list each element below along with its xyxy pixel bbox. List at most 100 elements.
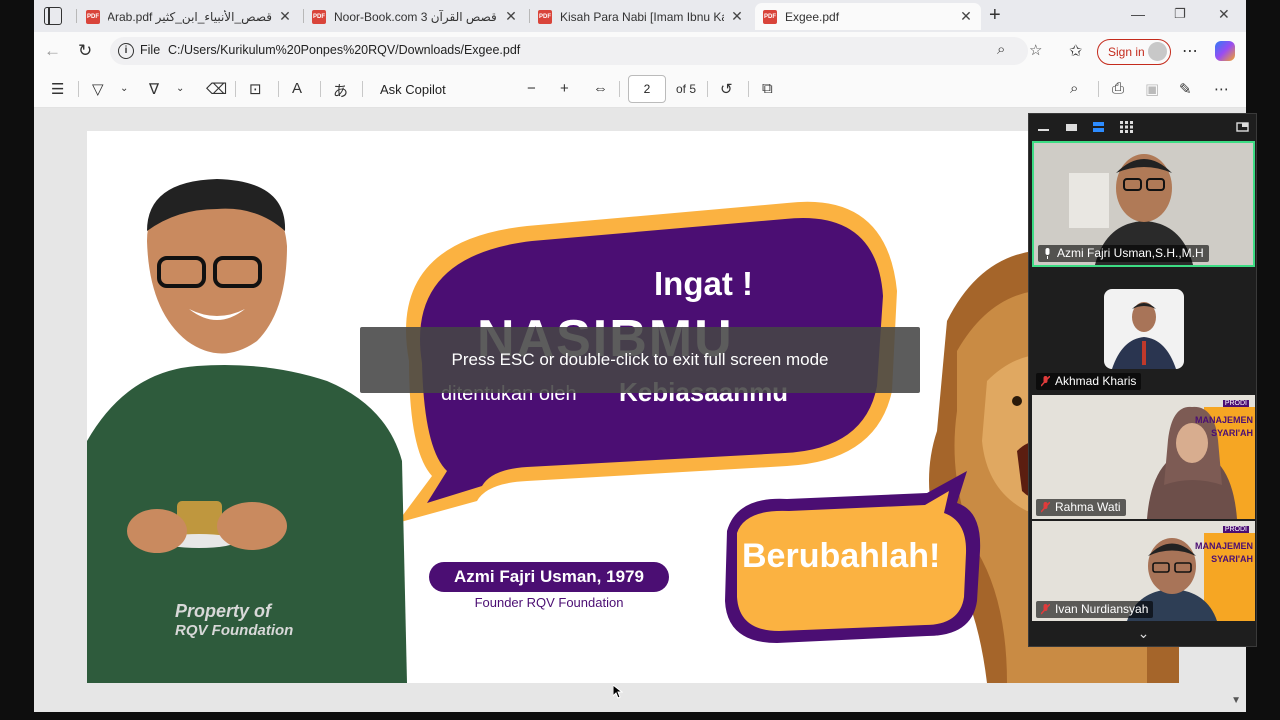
rotate-icon[interactable]: ↺ [720,80,733,98]
pdf-page: Property of RQV Foundation Ingat ! NASIB… [87,131,1179,683]
participant-tile[interactable]: PRODI MANAJEMEN SYARI'AH Ivan Nurdiansya… [1032,521,1255,621]
participant-tile-speaker[interactable]: Azmi Fajri Usman,S.H.,M.H [1032,141,1255,267]
author-role: Founder RQV Foundation [474,595,624,610]
contents-list-icon[interactable]: ☰ [51,80,64,98]
tab-title: Kisah Para Nabi [Imam Ibnu Katsir] [560,9,724,24]
new-tab-plus-icon[interactable]: + [989,4,1001,27]
chevron-down-icon[interactable]: ⌄ [120,83,128,94]
toolbar-separator [320,81,321,97]
pop-out-icon[interactable] [1236,121,1249,133]
tab-2[interactable]: PDF Noor-Book.com قصص القرآن 3 .pdf ✕ [304,3,526,30]
close-icon[interactable]: ✕ [278,8,292,25]
tab-strip: PDF قصص_الأنبياء_ابن_كثير Arab.pdf ✕ PDF… [34,0,1246,32]
tab-title: قصص_الأنبياء_ابن_كثير Arab.pdf [108,9,272,24]
ask-copilot-button[interactable]: Ask Copilot [380,82,446,97]
close-icon[interactable]: ✕ [504,8,518,25]
favorites-icon[interactable]: ✩ [1069,41,1082,61]
tab-1[interactable]: PDF قصص_الأنبياء_ابن_كثير Arab.pdf ✕ [78,3,300,30]
window-close-icon[interactable]: ✕ [1218,6,1230,23]
zoom-panel-toolbar [1029,114,1258,140]
page-number-input[interactable]: 2 [628,75,666,103]
page-view-icon[interactable]: ⧉ [762,80,773,97]
sign-in-button[interactable]: Sign in [1097,39,1171,65]
mic-on-icon [1045,248,1050,259]
zoom-video-panel: Azmi Fajri Usman,S.H.,M.H Akhmad Kharis … [1028,113,1257,647]
toolbar-separator [619,81,620,97]
toolbar-separator [235,81,236,97]
toolbar-separator [362,81,363,97]
favorite-star-icon[interactable]: ☆ [1029,41,1042,59]
participant-name-text: Akhmad Kharis [1055,374,1137,388]
tab-separator [76,9,77,23]
scroll-down-arrow-icon[interactable]: ▼ [1231,695,1241,706]
read-aloud-icon[interactable]: A [292,80,302,97]
refresh-icon[interactable]: ↻ [78,41,92,61]
pdf-file-icon: PDF [763,9,777,24]
participant-tile[interactable]: Akhmad Kharis [1032,269,1255,393]
sign-in-label: Sign in [1108,45,1145,59]
tile-manajemen-text: MANAJEMEN [1194,415,1253,425]
toolbar-separator [78,81,79,97]
highlight-icon[interactable]: ▽ [92,80,104,98]
save-as-icon[interactable]: ✎ [1179,80,1192,98]
text-box-icon[interactable]: ⊡ [249,80,262,98]
close-icon[interactable]: ✕ [730,8,744,25]
participant-name-text: Azmi Fajri Usman,S.H.,M.H [1057,246,1204,260]
info-icon[interactable]: i [118,43,134,59]
search-icon[interactable]: ⌕ [1070,80,1078,97]
toolbar-separator [748,81,749,97]
omnibox[interactable]: i File C:/Users/Kurikulum%20Ponpes%20RQV… [110,37,1042,65]
tile-syariah-text: SYARI'AH [1211,554,1253,564]
more-options-icon[interactable]: ⋯ [1214,80,1229,98]
participant-name-text: Rahma Wati [1055,500,1121,514]
slide-headline: Ingat ! [654,265,753,302]
restore-icon[interactable]: ❐ [1174,6,1186,22]
zoom-out-icon[interactable]: − [527,80,536,97]
fit-page-icon[interactable]: ⇔ [593,80,608,97]
chevron-down-icon[interactable]: ⌄ [176,83,184,94]
print-icon[interactable]: ⎙ [1112,80,1124,97]
tile-manajemen-text: MANAJEMEN [1194,541,1253,551]
pdf-file-icon: PDF [312,9,326,24]
participant-name: Akhmad Kharis [1036,373,1142,390]
participant-name: Ivan Nurdiansyah [1036,601,1154,618]
gallery-view-icon[interactable] [1120,121,1133,133]
slide-call-to-action: Berubahlah! [742,537,941,575]
eraser-icon[interactable]: ⌫ [206,80,227,98]
copilot-icon[interactable] [1215,41,1235,61]
toolbar-separator [707,81,708,97]
tab-title: Exgee.pdf [785,9,840,24]
watermark-line-1: Property of [175,601,272,621]
minimize-panel-icon[interactable] [1037,121,1050,133]
fullscreen-notice: Press ESC or double-click to exit full s… [360,327,920,393]
minimize-icon[interactable]: — [1131,6,1145,22]
chevron-down-icon[interactable]: ⌄ [1029,625,1258,642]
mic-muted-icon [1041,502,1050,513]
watermark-line-2: RQV Foundation [175,622,294,639]
avatar [1148,42,1167,61]
tab-4-active[interactable]: PDF Exgee.pdf ✕ [755,3,981,30]
page-count-label: of 5 [676,82,697,96]
translate-icon[interactable]: あ [333,80,348,101]
tile-prodi-text: PRODI [1222,526,1249,533]
toolbar-separator [1098,81,1099,97]
participant-name: Rahma Wati [1036,499,1126,516]
toolbar-separator [278,81,279,97]
active-view-icon[interactable] [1092,121,1105,133]
pdf-toolbar: ☰ ▽ ⌄ ∇ ⌄ ⌫ ⊡ A あ Ask Copilot − + ⇔ 2 of… [34,70,1246,108]
zoom-magnifier-icon[interactable]: ⌕ [997,41,1005,58]
more-menu-icon[interactable]: ⋯ [1182,41,1198,61]
save-icon[interactable]: ▣ [1145,80,1159,98]
author-name-pill: Azmi Fajri Usman, 1979 [429,562,669,592]
participant-tile[interactable]: PRODI MANAJEMEN SYARI'AH Rahma Wati [1032,395,1255,519]
back-arrow-icon[interactable]: ← [44,41,61,61]
speaker-view-icon[interactable] [1065,121,1078,133]
mic-muted-icon [1041,376,1050,387]
workspaces-icon[interactable] [44,7,62,25]
zoom-in-icon[interactable]: + [560,80,569,97]
tab-3[interactable]: PDF Kisah Para Nabi [Imam Ibnu Katsir] ✕ [530,3,752,30]
tile-syariah-text: SYARI'AH [1211,428,1253,438]
url-text[interactable]: C:/Users/Kurikulum%20Ponpes%20RQV/Downlo… [168,43,520,57]
draw-icon[interactable]: ∇ [149,80,159,98]
close-icon[interactable]: ✕ [959,8,973,25]
